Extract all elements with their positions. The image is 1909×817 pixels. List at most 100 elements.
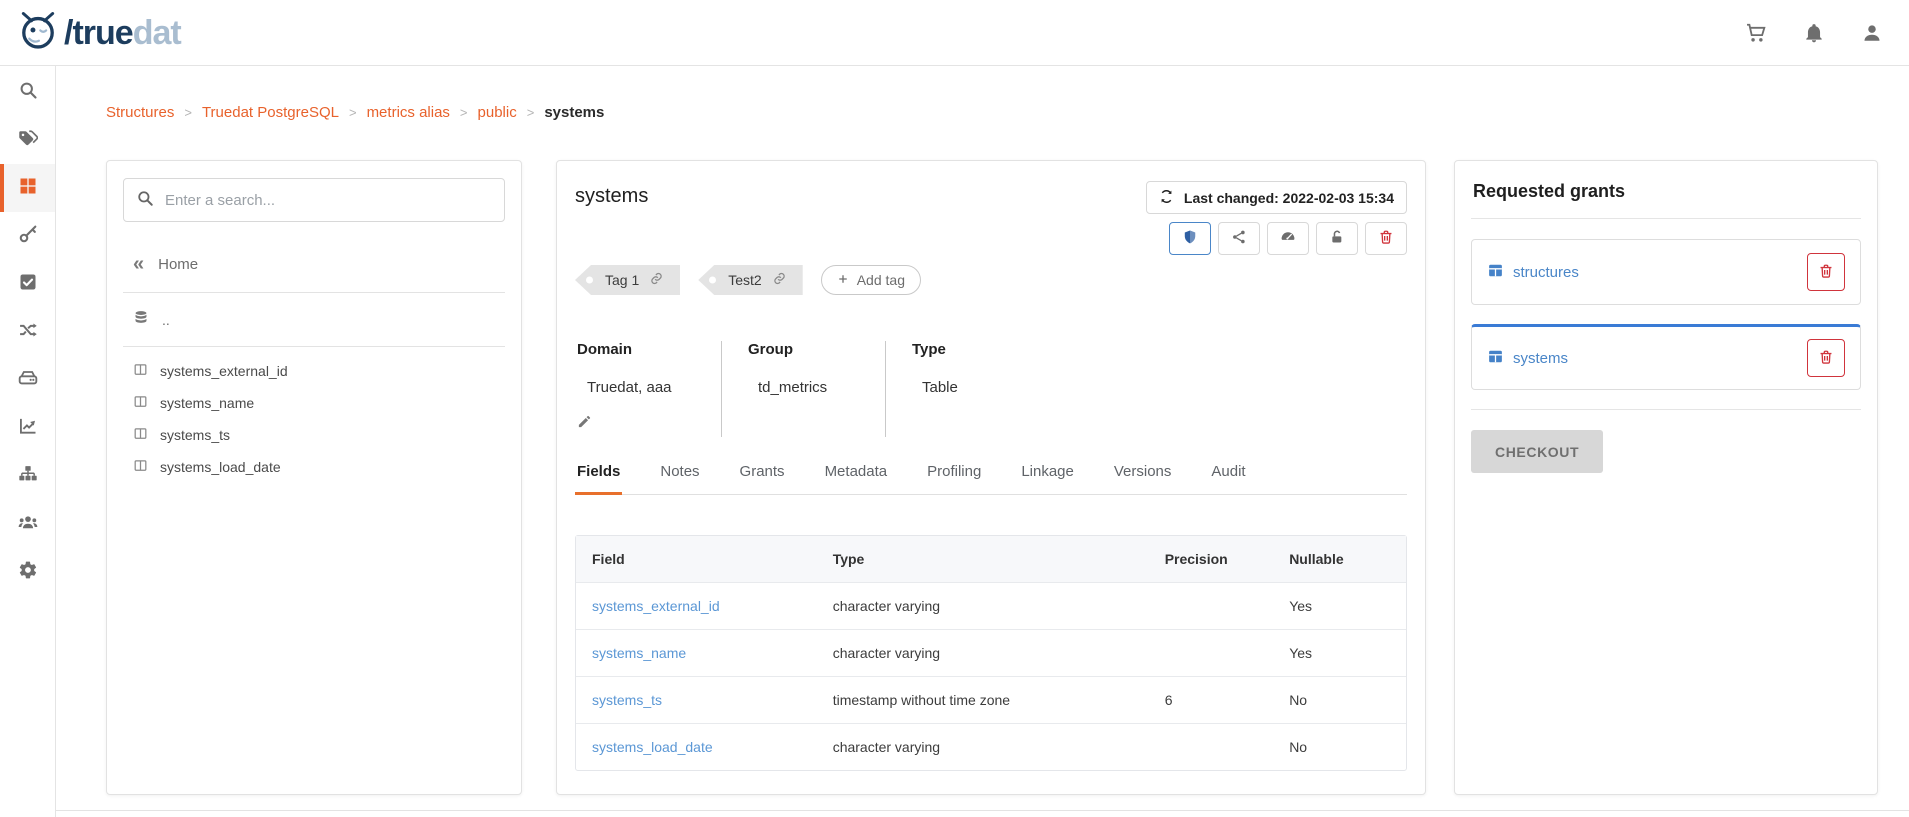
- sidebar-item-quality[interactable]: [0, 260, 55, 308]
- breadcrumb-link[interactable]: metrics alias: [367, 104, 450, 121]
- cart-icon[interactable]: [1745, 22, 1767, 44]
- field-precision: [1149, 582, 1274, 629]
- protect-button[interactable]: [1169, 222, 1211, 255]
- field-precision: [1149, 629, 1274, 676]
- parent-schema-link[interactable]: ..: [123, 293, 505, 346]
- gear-icon: [18, 560, 38, 585]
- columns-icon: [133, 426, 148, 444]
- attribute-label: Type: [912, 341, 958, 358]
- field-link[interactable]: systems_name: [592, 645, 686, 661]
- requested-grants-panel: Requested grants structures systems CHEC…: [1454, 160, 1878, 795]
- parent-label: ..: [162, 312, 170, 328]
- grant-structure-link[interactable]: structures: [1487, 262, 1579, 283]
- truedat-app: /truedat: [0, 0, 1909, 817]
- table-row: systems_external_id character varying Ye…: [576, 582, 1406, 629]
- tab-metadata[interactable]: Metadata: [823, 463, 890, 494]
- users-icon: [18, 512, 38, 537]
- tab-audit[interactable]: Audit: [1209, 463, 1247, 494]
- unlock-icon: [1329, 229, 1345, 248]
- field-link[interactable]: systems_external_id: [592, 598, 720, 614]
- column-header-precision: Precision: [1149, 536, 1274, 582]
- tab-notes[interactable]: Notes: [658, 463, 701, 494]
- sidebar-item-sources[interactable]: [0, 356, 55, 404]
- columns-icon: [133, 458, 148, 476]
- truedat-logo[interactable]: /truedat: [16, 9, 181, 56]
- attribute-label: Domain: [577, 341, 695, 358]
- field-link[interactable]: systems_ts: [592, 692, 662, 708]
- sidebar-item-tags[interactable]: [0, 116, 55, 164]
- sidebar-item-lineage[interactable]: [0, 308, 55, 356]
- tab-linkage[interactable]: Linkage: [1019, 463, 1076, 494]
- sidebar-item-users[interactable]: [0, 500, 55, 548]
- tag-label: Test2: [728, 272, 761, 288]
- field-list-item[interactable]: systems_load_date: [123, 451, 505, 483]
- field-link[interactable]: systems_load_date: [592, 739, 713, 755]
- share-button[interactable]: [1218, 222, 1260, 255]
- attribute-label: Group: [748, 341, 859, 358]
- add-tag-label: Add tag: [857, 272, 905, 288]
- grant-card: systems: [1471, 324, 1861, 390]
- grants-title: Requested grants: [1471, 179, 1861, 202]
- column-header-field: Field: [576, 536, 817, 582]
- tab-profiling[interactable]: Profiling: [925, 463, 983, 494]
- field-nullable: Yes: [1273, 629, 1406, 676]
- breadcrumb-link[interactable]: Truedat PostgreSQL: [202, 104, 339, 121]
- field-precision: 6: [1149, 676, 1274, 723]
- structure-detail-panel: systems Last changed: 2022-02-03 15:34: [556, 160, 1426, 795]
- table-icon: [1487, 348, 1504, 369]
- remove-grant-button[interactable]: [1807, 339, 1845, 377]
- user-icon[interactable]: [1861, 22, 1883, 44]
- grant-structure-link[interactable]: systems: [1487, 348, 1568, 369]
- home-label: Home: [158, 256, 198, 273]
- search-input[interactable]: [165, 192, 492, 209]
- field-list-item[interactable]: systems_name: [123, 387, 505, 419]
- last-changed-label: Last changed: 2022-02-03 15:34: [1184, 190, 1394, 206]
- sidebar-item-settings[interactable]: [0, 548, 55, 596]
- field-list-item[interactable]: systems_ts: [123, 419, 505, 451]
- delete-button[interactable]: [1365, 222, 1407, 255]
- lock-button[interactable]: [1316, 222, 1358, 255]
- refresh-icon: [1159, 189, 1174, 207]
- tag-chip[interactable]: Test2: [698, 265, 802, 295]
- home-link[interactable]: « Home: [123, 248, 505, 292]
- checkout-button[interactable]: CHECKOUT: [1471, 430, 1603, 473]
- remove-grant-button[interactable]: [1807, 253, 1845, 291]
- detail-tabs: Fields Notes Grants Metadata Profiling L…: [575, 463, 1407, 495]
- plus-icon: [837, 272, 849, 288]
- profile-button[interactable]: [1267, 222, 1309, 255]
- sidebar-rail: [0, 66, 56, 817]
- column-header-type: Type: [817, 536, 1149, 582]
- breadcrumb-link[interactable]: Structures: [106, 104, 174, 121]
- sidebar-item-taxonomy[interactable]: [0, 452, 55, 500]
- field-name: systems_ts: [160, 427, 230, 443]
- sidebar-item-structures[interactable]: [0, 164, 55, 212]
- field-type: timestamp without time zone: [817, 676, 1149, 723]
- bell-icon[interactable]: [1803, 22, 1825, 44]
- tab-fields[interactable]: Fields: [575, 463, 622, 495]
- edit-domain-pencil-icon[interactable]: [577, 414, 695, 429]
- table-header-row: Field Type Precision Nullable: [576, 536, 1406, 582]
- trash-icon: [1818, 263, 1834, 282]
- field-list-item[interactable]: systems_external_id: [123, 355, 505, 387]
- tab-versions[interactable]: Versions: [1112, 463, 1174, 494]
- link-icon: [649, 271, 664, 289]
- field-type: character varying: [817, 723, 1149, 770]
- tags-row: Tag 1 Test2 Add tag: [575, 265, 1407, 295]
- gauge-icon: [1280, 229, 1296, 248]
- sidebar-item-permissions[interactable]: [0, 212, 55, 260]
- sidebar-item-search[interactable]: [0, 68, 55, 116]
- breadcrumb-link[interactable]: public: [478, 104, 517, 121]
- sidebar-item-dashboards[interactable]: [0, 404, 55, 452]
- tab-grants[interactable]: Grants: [738, 463, 787, 494]
- columns-icon: [133, 362, 148, 380]
- owl-logo-icon: [16, 9, 60, 56]
- last-changed-button[interactable]: Last changed: 2022-02-03 15:34: [1146, 181, 1407, 214]
- structure-search: [123, 178, 505, 222]
- field-nullable: No: [1273, 676, 1406, 723]
- divider: [123, 346, 505, 347]
- attribute-value: Truedat, aaa: [587, 379, 695, 396]
- grant-card: structures: [1471, 239, 1861, 305]
- add-tag-button[interactable]: Add tag: [821, 265, 921, 295]
- tag-chip[interactable]: Tag 1: [575, 265, 680, 295]
- field-name: systems_external_id: [160, 363, 288, 379]
